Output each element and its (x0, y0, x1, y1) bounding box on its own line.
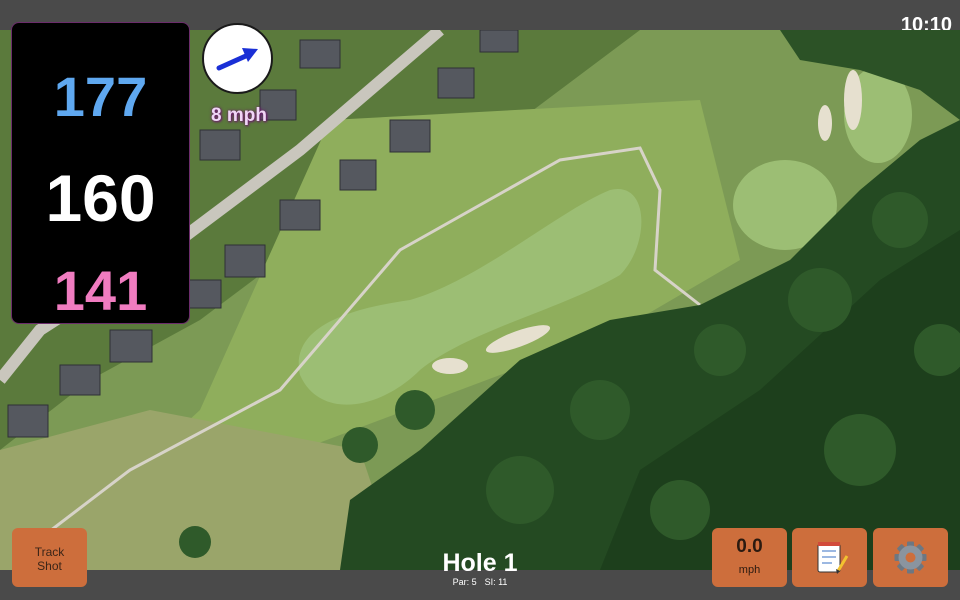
notepad-icon (817, 542, 849, 574)
settings-button[interactable] (873, 528, 948, 587)
middle-distance: 160 (45, 161, 156, 235)
wind-direction-dial[interactable] (202, 23, 273, 94)
wind-arrow-icon (216, 48, 258, 71)
notes-button[interactable] (792, 528, 867, 587)
back-distance: 177 (53, 65, 148, 128)
track-shot-button[interactable]: Track Shot (12, 528, 87, 587)
wind-speed-label: 8 mph (211, 105, 267, 126)
wind-speed-button[interactable]: 0.0 mph (712, 528, 787, 587)
wind-speed-value: 0.0 (736, 536, 763, 557)
hole-info: Par: 5 SI: 11 (380, 577, 580, 587)
front-distance: 141 (53, 259, 148, 322)
par-label: Par: 5 (452, 577, 477, 587)
wind-speed-unit: mph (738, 564, 761, 576)
gear-icon (894, 541, 927, 574)
distance-panel: 177 160 141 (11, 22, 190, 324)
hole-title: Hole 1 (442, 549, 518, 577)
stroke-index-label: SI: 11 (484, 577, 508, 587)
